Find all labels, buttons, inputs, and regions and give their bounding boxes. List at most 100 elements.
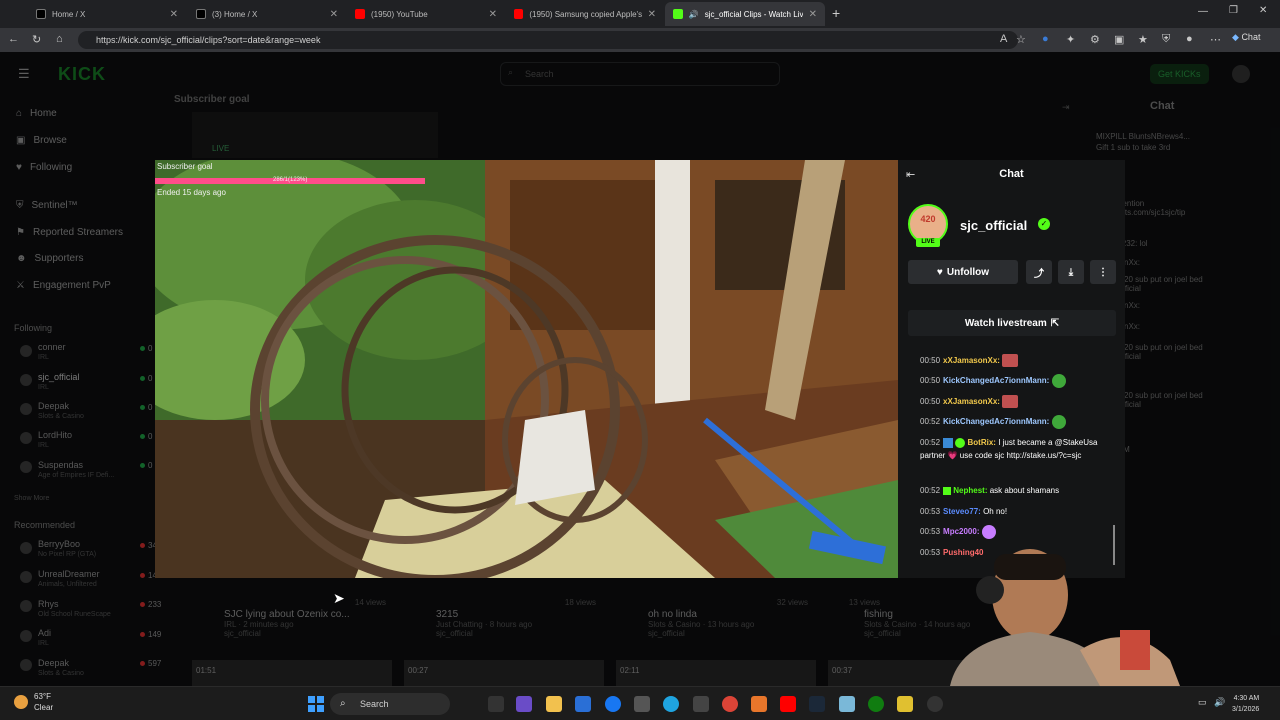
chat-user[interactable]: xXJamasonXx: <box>943 397 1000 406</box>
close-icon[interactable]: ✕ <box>648 9 656 20</box>
task-view-icon[interactable] <box>488 696 504 712</box>
sticky-notes-icon[interactable] <box>897 696 913 712</box>
home-icon[interactable]: ⌂ <box>56 33 63 45</box>
extension-icon[interactable]: ▣ <box>1114 33 1124 46</box>
overlay-ended: Ended 15 days ago <box>157 188 226 197</box>
close-icon[interactable]: ✕ <box>330 9 338 20</box>
volume-icon[interactable]: 🔊 <box>1214 697 1225 708</box>
extension-icon[interactable]: ✦ <box>1066 33 1075 46</box>
reload-icon[interactable]: ↻ <box>32 33 41 46</box>
tab-label: (1950) Samsung copied Apple's w <box>529 9 642 19</box>
browser-tab[interactable]: (1950) YouTube ✕ <box>347 2 505 26</box>
extension-icon[interactable]: ⚙ <box>1090 33 1100 46</box>
close-icon[interactable]: ✕ <box>809 9 817 20</box>
chat-user[interactable]: xXJamasonXx: <box>943 356 1000 365</box>
chat-user[interactable]: KickChangedAc7ionnMann: <box>943 376 1049 385</box>
more-icon[interactable]: ⋯ <box>1210 33 1221 46</box>
emote-icon <box>1051 374 1066 388</box>
chrome-icon[interactable] <box>722 696 738 712</box>
favorites-icon[interactable]: ★ <box>1138 33 1148 46</box>
avatar-text: 420 <box>920 214 936 224</box>
more-options-button[interactable]: ⋮ <box>1090 260 1116 284</box>
browser-tab[interactable]: Home / X ✕ <box>28 2 186 26</box>
taskbar: 63°F Clear Search ⌕ ▭ 🔊 4:30 AM 3/1/2026 <box>0 686 1280 720</box>
bot-badge-icon <box>943 437 954 448</box>
read-aloud-icon[interactable]: A <box>1000 33 1007 45</box>
download-button[interactable]: ⤓ <box>1058 260 1084 284</box>
browser-tab-active[interactable]: 🔊 sjc_official Clips - Watch Live ✕ <box>665 2 825 26</box>
system-clock[interactable]: 4:30 AM 3/1/2026 <box>1232 693 1259 715</box>
video-frame <box>155 160 898 578</box>
close-icon[interactable]: ✕ <box>489 9 497 20</box>
mouse-cursor-icon: ➤ <box>333 590 345 606</box>
chat-time: 00:52 <box>920 438 941 447</box>
chat-text: Oh no! <box>983 507 1008 516</box>
weather-icon[interactable] <box>14 695 28 709</box>
overlay-progress: 286/1(123%) <box>273 177 308 183</box>
emote-icon <box>1002 354 1019 368</box>
chat-message: 00:53 Mpc2000: <box>920 525 1110 539</box>
chat-user[interactable]: Mpc2000: <box>943 527 979 536</box>
browser-tab[interactable]: (3) Home / X ✕ <box>188 2 346 26</box>
chat-message: 00:50 KickChangedAc7ionnMann: <box>920 374 1110 388</box>
xbox-icon[interactable] <box>868 696 884 712</box>
chat-user[interactable]: BotRix: <box>968 438 996 447</box>
extension-icon[interactable]: ● <box>1042 33 1049 45</box>
badge-icon <box>943 486 952 495</box>
weather-widget[interactable]: 63°F Clear <box>34 691 53 713</box>
channel-name[interactable]: sjc_official <box>960 218 1027 233</box>
verified-icon: ✓ <box>1038 218 1050 230</box>
clock-date: 3/1/2026 <box>1232 706 1260 713</box>
chat-text: ask about shamans <box>989 486 1060 495</box>
obs-icon[interactable] <box>927 696 943 712</box>
emote-icon <box>1051 415 1066 429</box>
chat-user[interactable]: KickChangedAc7ionnMann: <box>943 417 1049 426</box>
favorite-star-icon[interactable]: ☆ <box>1016 33 1026 46</box>
browser-tab-bar: Home / X ✕ (3) Home / X ✕ (1950) YouTube… <box>0 0 1280 28</box>
facebook-icon[interactable] <box>605 696 621 712</box>
url-field[interactable]: https://kick.com/sjc_official/clips?sort… <box>78 31 1018 49</box>
watch-livestream-button[interactable]: Watch livestream ⇱ <box>908 310 1116 336</box>
store-icon[interactable] <box>575 696 591 712</box>
network-icon[interactable]: ▭ <box>1198 697 1207 708</box>
chat-user[interactable]: Steveo77: <box>943 507 981 516</box>
unfollow-label: Unfollow <box>946 266 990 278</box>
temperature: 63°F <box>34 692 51 701</box>
amazon-icon[interactable] <box>634 696 650 712</box>
unfollow-button[interactable]: ♥ Unfollow <box>908 260 1018 284</box>
back-icon[interactable]: ← <box>8 33 19 45</box>
clip-video-player[interactable]: Subscriber goal 286/1(123%) Ended 15 day… <box>155 160 898 578</box>
new-tab-icon[interactable]: + <box>832 5 840 21</box>
calculator-icon[interactable] <box>693 696 709 712</box>
youtube-icon[interactable] <box>780 696 796 712</box>
share-button[interactable]: ⤴ <box>1026 260 1052 284</box>
copilot-icon[interactable] <box>516 696 532 712</box>
clock-time: 4:30 AM <box>1233 695 1260 702</box>
copilot-chat-button[interactable]: ◆ Chat <box>1232 32 1260 43</box>
youtube-icon <box>355 9 365 19</box>
chat-button-label: Chat <box>1241 32 1261 42</box>
app-icon[interactable] <box>839 696 855 712</box>
edge-icon[interactable] <box>663 696 679 712</box>
chat-time: 00:52 <box>920 486 941 495</box>
weather-condition: Clear <box>34 703 54 712</box>
restore-icon[interactable]: ❐ <box>1229 5 1238 16</box>
minimize-icon[interactable]: — <box>1198 6 1208 17</box>
file-explorer-icon[interactable] <box>546 696 562 712</box>
chat-user[interactable]: Nephest: <box>953 486 987 495</box>
chat-message: 00:50 xXJamasonXx: <box>920 395 1110 409</box>
youtube-icon <box>514 9 524 19</box>
overlay-subscriber-goal: Subscriber goal <box>157 162 213 171</box>
download-icon: ⤓ <box>1068 266 1074 278</box>
browser-tab[interactable]: (1950) Samsung copied Apple's w ✕ <box>506 2 664 26</box>
windows-start-icon[interactable] <box>308 696 324 712</box>
vlc-icon[interactable] <box>751 696 767 712</box>
taskbar-search[interactable]: Search <box>330 693 450 715</box>
close-window-icon[interactable]: ✕ <box>1259 5 1267 16</box>
tab-label: (1950) YouTube <box>371 9 428 19</box>
heart-icon: ♥ <box>936 266 943 278</box>
shield-icon[interactable]: ⛨ <box>1162 33 1170 46</box>
steam-icon[interactable] <box>809 696 825 712</box>
close-icon[interactable]: ✕ <box>170 9 178 20</box>
profile-icon[interactable]: ● <box>1186 33 1193 45</box>
